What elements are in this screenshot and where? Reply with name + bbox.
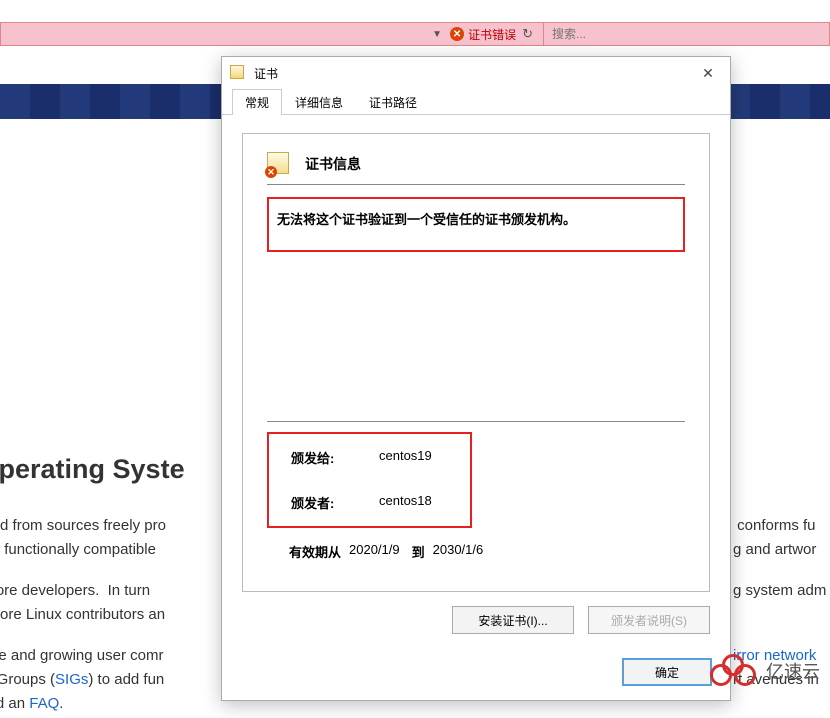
tabs: 常规 详细信息 证书路径 [222,89,730,115]
bg-para2-r1: g system adm [733,579,826,603]
bg-para1-l1: derived from sources freely pro [0,514,166,538]
address-bar: ▼ ✕ 证书错误 ↻ [0,22,830,46]
search-box[interactable] [543,23,829,45]
address-left: ▼ ✕ 证书错误 ↻ [1,26,543,43]
valid-from-label: 有效期从 [289,542,341,561]
watermark: 亿速云 [710,654,820,688]
tab-body: ✕ 证书信息 无法将这个证书验证到一个受信任的证书颁发机构。 颁发给: cent… [222,115,730,648]
divider [267,421,685,422]
watermark-logo-icon [710,654,760,688]
valid-from-value: 2020/1/9 [349,542,400,561]
link-sigs[interactable]: SIGs [55,671,88,688]
bg-para3-l3: se, and an FAQ. [0,692,63,716]
bg-para2-l1: m of core developers. In turn [0,579,154,603]
action-row: 安装证书(I)... 颁发者说明(S) [242,592,710,634]
issued-box: 颁发给: centos19 颁发者: centos18 [267,432,472,528]
issued-by-row: 颁发者: centos18 [269,487,470,518]
bg-para2-l2: gers, core Linux contributors an [0,603,165,627]
warning-text: 无法将这个证书验证到一个受信任的证书颁发机构。 [277,209,675,228]
issuer-statement-button: 颁发者说明(S) [588,606,710,634]
bg-para3-l1: n active and growing user comr [0,644,163,668]
issued-by-value: centos18 [379,493,432,512]
dropdown-icon[interactable]: ▼ [432,29,442,40]
ok-button[interactable]: 确定 [622,658,712,686]
bg-para1-r2: g and artwor [733,538,816,562]
bg-subheading: e Operating Syste [0,454,185,485]
issued-by-label: 颁发者: [291,493,379,512]
dialog-footer: 确定 [222,648,730,700]
link-faq[interactable]: FAQ [29,695,59,712]
watermark-text: 亿速云 [766,658,820,684]
cert-info-title: 证书信息 [305,154,361,174]
tab-details[interactable]: 详细信息 [282,89,356,115]
install-cert-button[interactable]: 安装证书(I)... [452,606,574,634]
cert-error-icon[interactable]: ✕ [450,27,464,41]
bg-para1-r1: conforms fu [733,514,816,538]
close-icon[interactable]: ✕ [694,61,722,85]
tab-cert-path[interactable]: 证书路径 [356,89,430,115]
search-input[interactable] [552,23,821,45]
certificate-dialog: 证书 ✕ 常规 详细信息 证书路径 ✕ 证书信息 无法将这个证书验证到一个受信任… [221,56,731,701]
validity-row: 有效期从 2020/1/9 到 2030/1/6 [267,530,685,577]
dialog-titlebar[interactable]: 证书 ✕ [222,57,730,89]
valid-to-label: 到 [412,542,425,561]
cert-error-label[interactable]: 证书错误 [468,26,516,43]
valid-to-value: 2030/1/6 [433,542,484,561]
tab-general[interactable]: 常规 [232,89,282,115]
cert-info-header: ✕ 证书信息 [267,152,685,185]
issued-to-value: centos19 [379,448,432,467]
issued-to-label: 颁发给: [291,448,379,467]
certificate-icon [230,65,246,81]
cert-warning-icon: ✕ [267,152,291,176]
dialog-title: 证书 [254,65,694,82]
bg-para3-l2: terest Groups (SIGs) to add fun [0,668,164,692]
issued-to-row: 颁发给: centos19 [269,442,470,473]
warning-box: 无法将这个证书验证到一个受信任的证书颁发机构。 [267,197,685,252]
bg-para1-l2: s to be functionally compatible [0,538,156,562]
refresh-icon[interactable]: ↻ [522,26,533,42]
cert-panel: ✕ 证书信息 无法将这个证书验证到一个受信任的证书颁发机构。 颁发给: cent… [242,133,710,592]
